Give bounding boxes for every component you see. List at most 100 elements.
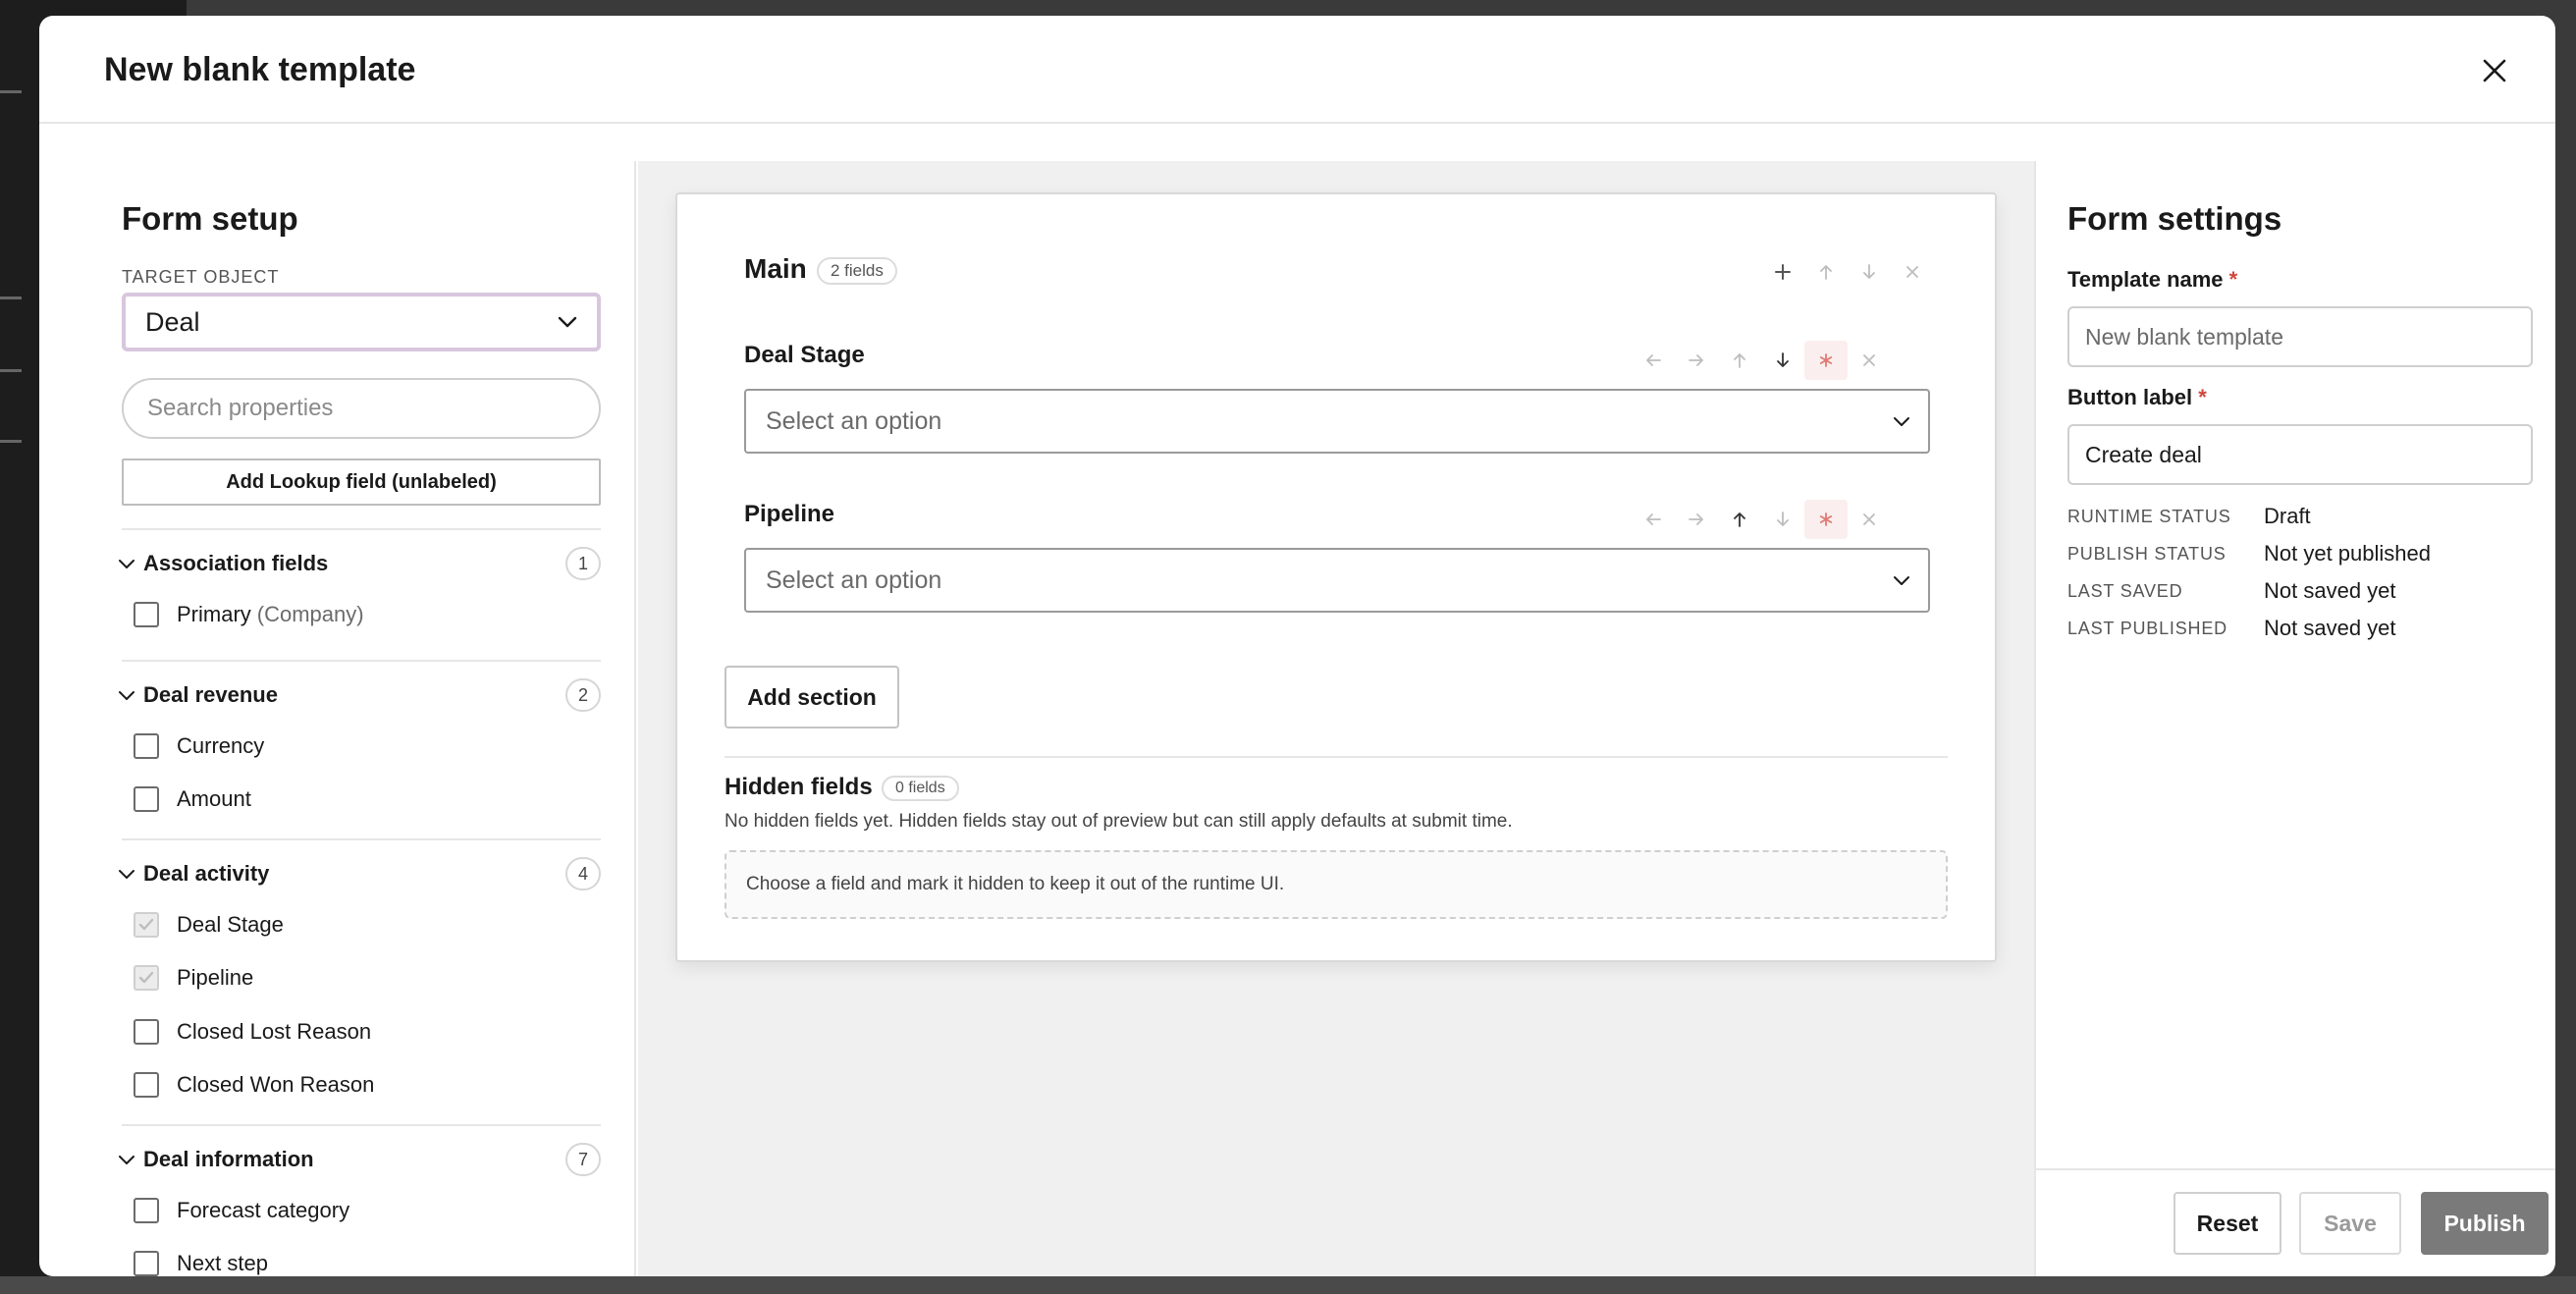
property-item-closed-won-reason[interactable]: Closed Won Reason xyxy=(134,1068,374,1102)
field-label-deal-stage: Deal Stage xyxy=(744,342,865,368)
checkbox-checked[interactable] xyxy=(134,912,159,938)
property-item-currency[interactable]: Currency xyxy=(134,729,264,763)
move-field-left-button[interactable] xyxy=(1632,500,1675,539)
check-icon xyxy=(138,971,154,984)
move-field-right-button[interactable] xyxy=(1675,500,1718,539)
target-object-select[interactable]: Deal xyxy=(122,293,601,351)
group-label: Association fields xyxy=(143,551,329,575)
checkbox[interactable] xyxy=(134,1019,159,1045)
required-marker: * xyxy=(2198,385,2207,409)
checkbox[interactable] xyxy=(134,1198,159,1223)
checkbox[interactable] xyxy=(134,1251,159,1276)
arrow-up-icon xyxy=(1734,353,1745,368)
group-label: Deal revenue xyxy=(143,682,278,707)
move-field-up-button[interactable] xyxy=(1718,500,1761,539)
chevron-down-icon xyxy=(116,863,137,885)
property-item-next-step[interactable]: Next step xyxy=(134,1247,268,1276)
property-label: Closed Won Reason xyxy=(177,1072,375,1097)
property-item-closed-lost-reason[interactable]: Closed Lost Reason xyxy=(134,1015,371,1049)
checkbox-checked[interactable] xyxy=(134,965,159,991)
add-section-button[interactable]: Add section xyxy=(724,666,899,728)
close-button[interactable] xyxy=(2475,51,2514,90)
checkbox[interactable] xyxy=(134,786,159,812)
remove-section-button[interactable] xyxy=(1891,252,1934,292)
group-header-deal-revenue[interactable]: Deal revenue 2 xyxy=(116,678,601,712)
section-title: Main xyxy=(744,253,807,284)
property-label: Currency xyxy=(177,733,265,758)
property-suffix: (Company) xyxy=(256,602,364,626)
add-lookup-field-button[interactable]: Add Lookup field (unlabeled) xyxy=(122,458,601,506)
close-icon xyxy=(1863,513,1875,525)
close-icon xyxy=(2483,59,2506,82)
pipeline-select[interactable]: Select an option xyxy=(744,548,1930,613)
template-name-input[interactable] xyxy=(2067,306,2533,367)
arrow-up-icon xyxy=(1820,265,1832,280)
property-item-deal-stage[interactable]: Deal Stage xyxy=(134,908,284,942)
button-label-label: Button label * xyxy=(2067,385,2207,410)
hidden-fields-title: Hidden fields xyxy=(724,774,873,800)
divider xyxy=(122,660,601,662)
group-label: Deal activity xyxy=(143,861,270,886)
asterisk-icon xyxy=(1819,353,1833,367)
publish-button[interactable]: Publish xyxy=(2421,1192,2549,1255)
deal-stage-select[interactable]: Select an option xyxy=(744,389,1930,454)
remove-field-button[interactable] xyxy=(1848,341,1891,380)
group-header-association-fields[interactable]: Association fields 1 xyxy=(116,547,601,580)
move-section-up-button[interactable] xyxy=(1804,252,1848,292)
property-label: Next step xyxy=(177,1251,268,1275)
target-object-label: TARGET OBJECT xyxy=(122,267,280,287)
arrow-left-icon xyxy=(1646,513,1661,525)
background-mark xyxy=(0,369,22,372)
property-item-primary[interactable]: Primary (Company) xyxy=(134,598,364,631)
close-icon xyxy=(1906,266,1918,278)
background-footer xyxy=(0,1276,2576,1294)
select-placeholder: Select an option xyxy=(766,566,942,594)
toggle-required-button[interactable] xyxy=(1804,341,1848,380)
move-field-down-button[interactable] xyxy=(1761,341,1804,380)
button-label-input[interactable] xyxy=(2067,424,2533,485)
hidden-count-badge: 0 fields xyxy=(882,776,959,801)
select-placeholder: Select an option xyxy=(766,406,942,435)
property-item-pipeline[interactable]: Pipeline xyxy=(134,961,253,995)
template-modal: New blank template Form setup TARGET OBJ… xyxy=(39,16,2555,1276)
checkbox[interactable] xyxy=(134,733,159,759)
move-field-up-button[interactable] xyxy=(1718,341,1761,380)
checkbox[interactable] xyxy=(134,602,159,627)
status-value: Not saved yet xyxy=(2264,616,2396,640)
move-field-down-button[interactable] xyxy=(1761,500,1804,539)
status-value: Not yet published xyxy=(2264,541,2431,566)
button-label-label-text: Button label xyxy=(2067,385,2193,409)
move-section-down-button[interactable] xyxy=(1848,252,1891,292)
chevron-down-icon xyxy=(116,1149,137,1170)
property-label: Primary xyxy=(177,602,251,626)
group-header-deal-information[interactable]: Deal information 7 xyxy=(116,1143,601,1176)
property-item-forecast-category[interactable]: Forecast category xyxy=(134,1194,349,1227)
group-header-deal-activity[interactable]: Deal activity 4 xyxy=(116,857,601,890)
reset-button[interactable]: Reset xyxy=(2174,1192,2281,1255)
hidden-fields-dropzone[interactable]: Choose a field and mark it hidden to kee… xyxy=(724,850,1948,919)
property-label: Pipeline xyxy=(177,965,254,990)
move-field-left-button[interactable] xyxy=(1632,341,1675,380)
save-button[interactable]: Save xyxy=(2299,1192,2401,1255)
field-actions-deal-stage xyxy=(1632,341,1891,380)
chevron-down-icon xyxy=(116,553,137,574)
status-row-last-saved: LAST SAVED Not saved yet xyxy=(2067,576,2396,606)
move-field-right-button[interactable] xyxy=(1675,341,1718,380)
status-row-last-published: LAST PUBLISHED Not saved yet xyxy=(2067,614,2396,643)
status-value: Not saved yet xyxy=(2264,578,2396,603)
property-item-amount[interactable]: Amount xyxy=(134,782,251,816)
template-name-label: Template name * xyxy=(2067,267,2237,293)
remove-field-button[interactable] xyxy=(1848,500,1891,539)
chevron-down-icon xyxy=(1894,416,1909,426)
field-count-badge: 2 fields xyxy=(817,257,897,285)
checkbox[interactable] xyxy=(134,1072,159,1098)
background-mark xyxy=(0,90,22,93)
divider xyxy=(122,838,601,840)
chevron-down-icon xyxy=(116,684,137,706)
form-setup-title: Form setup xyxy=(122,200,298,237)
arrow-down-icon xyxy=(1777,512,1789,526)
add-field-button[interactable] xyxy=(1761,252,1804,292)
search-properties-input[interactable] xyxy=(122,378,601,439)
toggle-required-button[interactable] xyxy=(1804,500,1848,539)
status-key: LAST SAVED xyxy=(2067,580,2183,601)
